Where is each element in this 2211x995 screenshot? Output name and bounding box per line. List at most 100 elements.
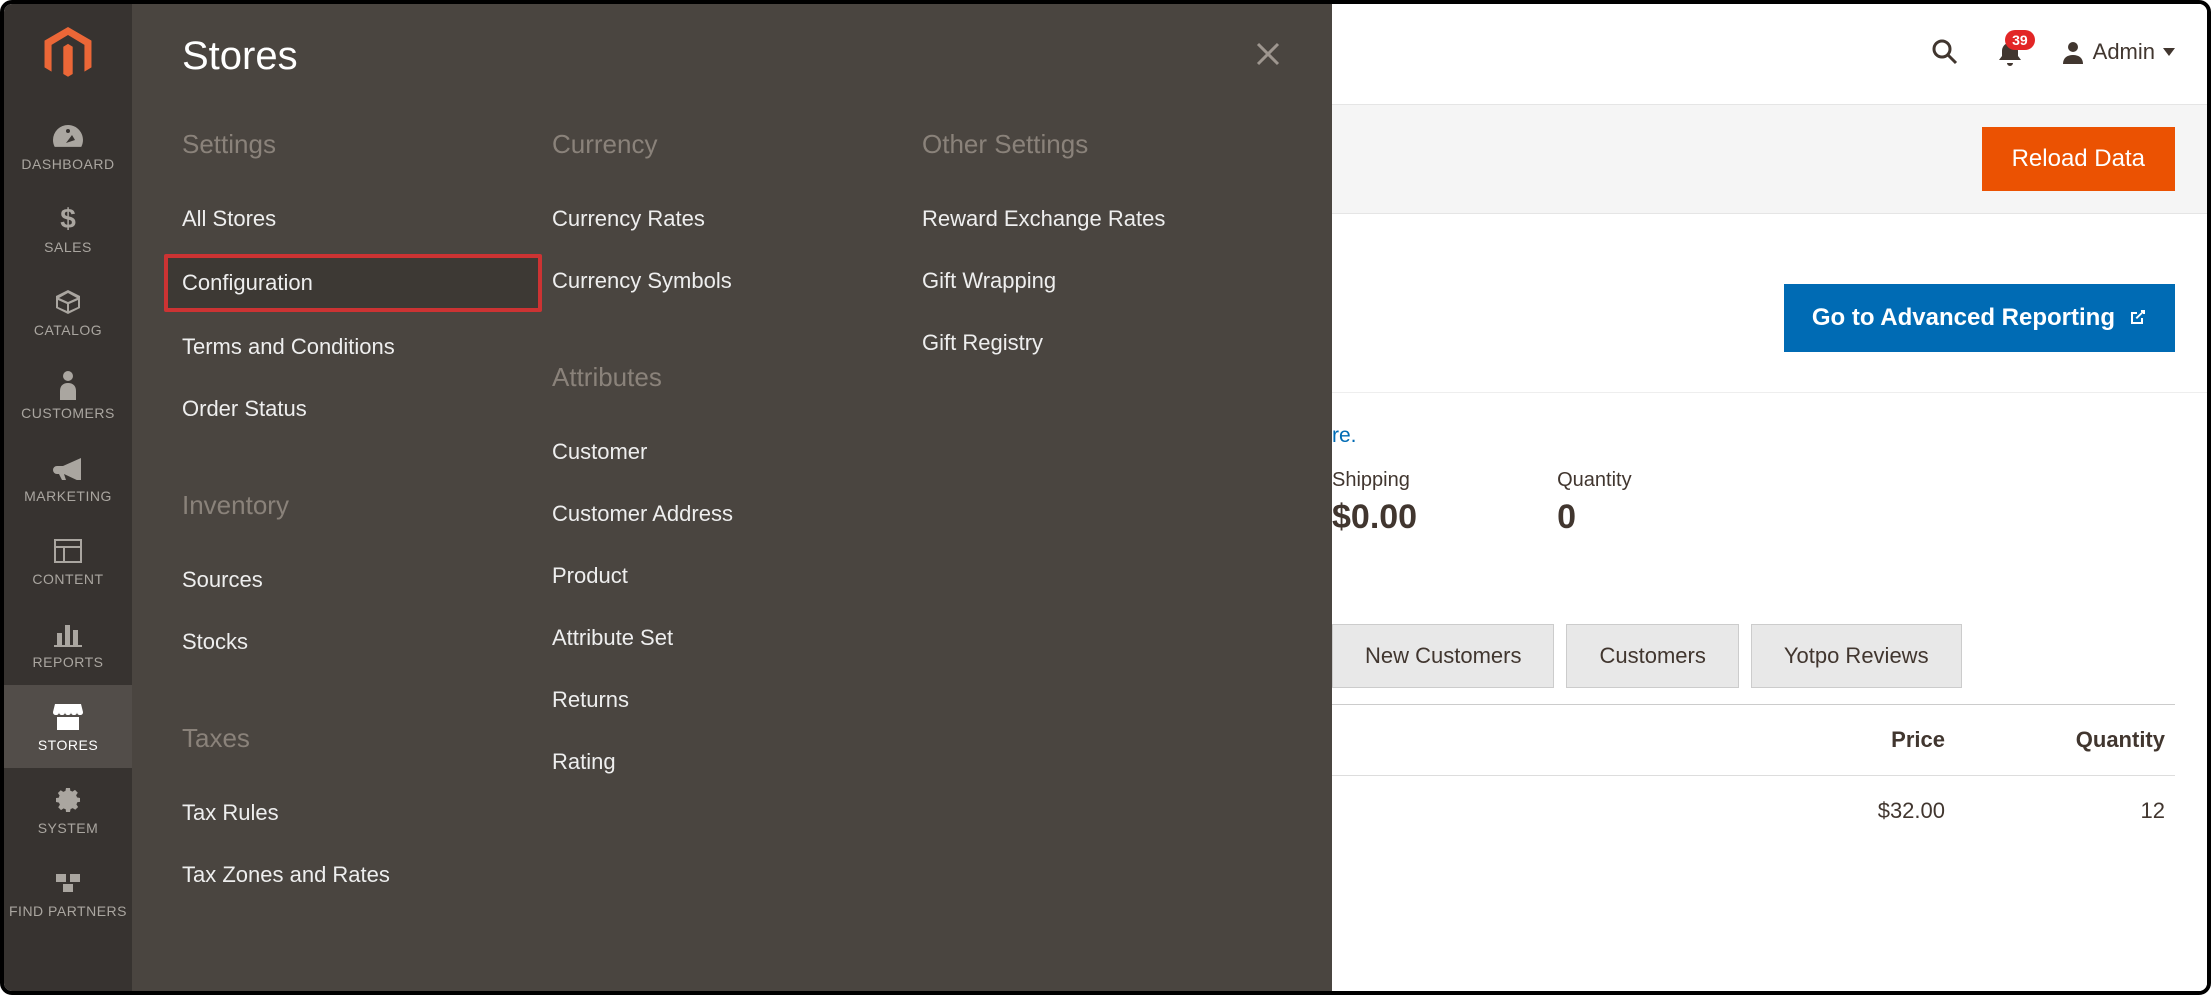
sidebar-label: MARKETING [24, 488, 112, 504]
sidebar-label: SYSTEM [38, 820, 99, 836]
reload-data-button[interactable]: Reload Data [1982, 127, 2175, 191]
person-icon [4, 369, 132, 401]
sidebar-item-content[interactable]: CONTENT [4, 519, 132, 602]
magento-logo-icon [44, 27, 92, 81]
flyout-link-configuration[interactable]: Configuration [164, 254, 542, 312]
flyout-link-terms[interactable]: Terms and Conditions [164, 320, 542, 374]
col-price: Price [1825, 727, 1945, 753]
metric-shipping: Shipping $0.00 [1332, 469, 1417, 537]
flyout-heading-currency: Currency [552, 129, 912, 160]
link-fragment[interactable]: re. [1332, 424, 1357, 448]
go-to-advanced-reporting-button[interactable]: Go to Advanced Reporting [1784, 284, 2175, 352]
magento-logo[interactable] [4, 4, 132, 104]
metric-label: Quantity [1557, 469, 1631, 492]
flyout-link-attr-customer[interactable]: Customer [534, 425, 912, 479]
sidebar-label: REPORTS [33, 654, 104, 670]
search-button[interactable] [1931, 38, 1959, 66]
flyout-link-currency-symbols[interactable]: Currency Symbols [534, 254, 912, 308]
sidebar-label: CATALOG [34, 322, 102, 338]
sidebar-item-customers[interactable]: CUSTOMERS [4, 353, 132, 436]
adv-reporting-button-label: Go to Advanced Reporting [1812, 304, 2115, 332]
topbar: 39 Admin [1931, 22, 2175, 82]
flyout-link-all-stores[interactable]: All Stores [164, 192, 542, 246]
flyout-columns: Settings All Stores Configuration Terms … [182, 129, 1282, 910]
col-quantity: Quantity [2045, 727, 2165, 753]
metric-label: Shipping [1332, 469, 1417, 492]
dashboard-tabs: New Customers Customers Yotpo Reviews [1332, 624, 1962, 688]
tab-customers[interactable]: Customers [1566, 624, 1738, 688]
flyout-title: Stores [182, 34, 298, 79]
flyout-heading-inventory: Inventory [182, 490, 542, 521]
metrics-row: Shipping $0.00 Quantity 0 [1332, 469, 2175, 537]
tab-new-customers[interactable]: New Customers [1332, 624, 1554, 688]
flyout-link-attr-set[interactable]: Attribute Set [534, 611, 912, 665]
chevron-down-icon [2163, 48, 2175, 56]
sidebar-label: CONTENT [32, 571, 103, 587]
flyout-link-attr-returns[interactable]: Returns [534, 673, 912, 727]
external-link-icon [2127, 308, 2147, 328]
storefront-icon [4, 701, 132, 733]
notification-badge: 39 [2005, 30, 2035, 50]
flyout-heading-attributes: Attributes [552, 362, 912, 393]
flyout-col-2: Currency Currency Rates Currency Symbols… [552, 129, 912, 910]
sidebar-label: DASHBOARD [21, 156, 114, 172]
close-icon [1254, 40, 1282, 68]
sidebar-item-marketing[interactable]: MARKETING [4, 436, 132, 519]
sidebar-item-dashboard[interactable]: DASHBOARD [4, 104, 132, 187]
user-icon [2061, 40, 2085, 64]
layout-icon [4, 535, 132, 567]
stores-flyout-panel: Stores Settings All Stores Configuration… [132, 4, 1332, 991]
search-icon [1931, 38, 1959, 66]
flyout-header: Stores [182, 34, 1282, 79]
sidebar-label: CUSTOMERS [21, 405, 115, 421]
sidebar-item-catalog[interactable]: CATALOG [4, 270, 132, 353]
flyout-col-1: Settings All Stores Configuration Terms … [182, 129, 542, 910]
box-icon [4, 286, 132, 318]
flyout-heading-settings: Settings [182, 129, 542, 160]
admin-sidebar: DASHBOARD $ SALES CATALOG CUSTOMERS MARK… [4, 4, 132, 991]
admin-account-dropdown[interactable]: Admin [2061, 39, 2175, 65]
flyout-link-sources[interactable]: Sources [164, 553, 542, 607]
flyout-link-gift-registry[interactable]: Gift Registry [904, 316, 1282, 370]
flyout-heading-taxes: Taxes [182, 723, 542, 754]
cell-quantity: 12 [2045, 798, 2165, 824]
sidebar-label: STORES [38, 737, 98, 753]
flyout-link-attr-customer-address[interactable]: Customer Address [534, 487, 912, 541]
table-row: $32.00 12 [1332, 776, 2175, 846]
flyout-link-tax-rules[interactable]: Tax Rules [164, 786, 542, 840]
sidebar-item-sales[interactable]: $ SALES [4, 187, 132, 270]
close-flyout-button[interactable] [1254, 40, 1282, 74]
sidebar-label: SALES [44, 239, 92, 255]
flyout-link-order-status[interactable]: Order Status [164, 382, 542, 436]
table-header: Price Quantity [1332, 705, 2175, 776]
flyout-link-attr-rating[interactable]: Rating [534, 735, 912, 789]
dollar-icon: $ [4, 203, 132, 235]
flyout-link-currency-rates[interactable]: Currency Rates [534, 192, 912, 246]
flyout-link-stocks[interactable]: Stocks [164, 615, 542, 669]
flyout-heading-other: Other Settings [922, 129, 1282, 160]
flyout-col-3: Other Settings Reward Exchange Rates Gif… [922, 129, 1282, 910]
cell-price: $32.00 [1825, 798, 1945, 824]
megaphone-icon [4, 452, 132, 484]
flyout-link-reward-rates[interactable]: Reward Exchange Rates [904, 192, 1282, 246]
chart-bars-icon [4, 618, 132, 650]
admin-label: Admin [2093, 39, 2155, 65]
sidebar-item-find-partners[interactable]: FIND PARTNERS [4, 851, 132, 934]
flyout-link-tax-zones[interactable]: Tax Zones and Rates [164, 848, 542, 902]
data-table: Price Quantity $32.00 12 [1332, 704, 2175, 846]
svg-text:$: $ [60, 204, 76, 234]
sidebar-item-system[interactable]: SYSTEM [4, 768, 132, 851]
blocks-icon [4, 867, 132, 899]
metric-value: $0.00 [1332, 498, 1417, 537]
sidebar-label: FIND PARTNERS [9, 903, 127, 919]
metric-quantity: Quantity 0 [1557, 469, 1631, 537]
notifications-button[interactable]: 39 [1997, 38, 2023, 66]
flyout-link-attr-product[interactable]: Product [534, 549, 912, 603]
sidebar-item-stores[interactable]: STORES [4, 685, 132, 768]
sidebar-item-reports[interactable]: REPORTS [4, 602, 132, 685]
gauge-icon [4, 120, 132, 152]
flyout-link-gift-wrapping[interactable]: Gift Wrapping [904, 254, 1282, 308]
metric-value: 0 [1557, 498, 1631, 537]
gear-icon [4, 784, 132, 816]
tab-yotpo-reviews[interactable]: Yotpo Reviews [1751, 624, 1962, 688]
